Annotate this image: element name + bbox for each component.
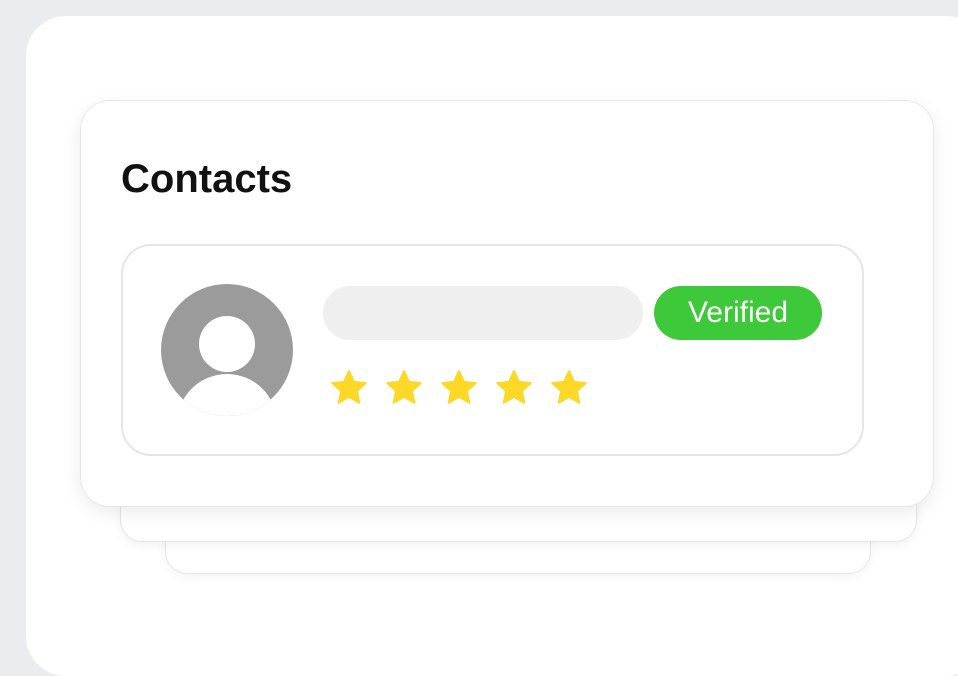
star-rating xyxy=(329,368,589,410)
card-title: Contacts xyxy=(121,157,293,201)
user-avatar-icon xyxy=(161,284,293,416)
star-icon xyxy=(386,370,422,404)
star-icon xyxy=(441,370,477,404)
star-icon xyxy=(496,370,532,404)
verified-badge: Verified xyxy=(654,286,822,340)
name-placeholder xyxy=(323,286,643,340)
star-icon xyxy=(331,370,367,404)
star-icon xyxy=(551,370,587,404)
contact-list-item[interactable]: Verified xyxy=(121,244,864,456)
contacts-card: Contacts Verified xyxy=(80,100,934,507)
